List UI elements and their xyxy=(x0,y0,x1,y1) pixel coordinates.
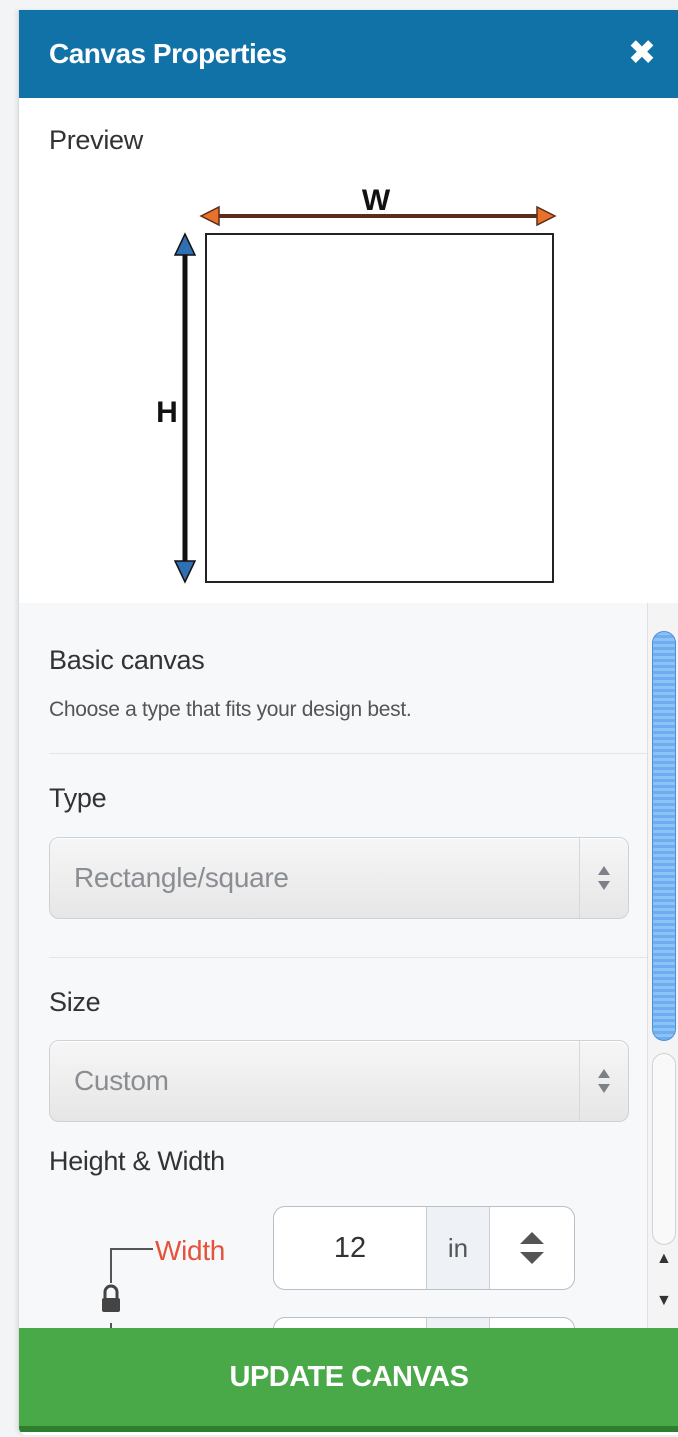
height-arrow-bottom-head xyxy=(173,560,197,584)
width-arrow-left-head xyxy=(199,205,220,227)
preview-area: Preview W H xyxy=(19,98,678,604)
panel-title: Canvas Properties xyxy=(49,38,287,69)
lock-icon[interactable] xyxy=(97,1243,157,1333)
settings-section: Basic canvas Choose a type that fits you… xyxy=(19,603,678,1401)
select-arrows-icon xyxy=(598,866,610,890)
canvas-preview-diagram: W H xyxy=(156,184,557,584)
scroll-down-icon[interactable]: ▼ xyxy=(656,1293,672,1309)
width-input[interactable]: 12 in xyxy=(273,1206,575,1290)
stepper-icon[interactable] xyxy=(490,1207,574,1289)
height-arrow-top-head xyxy=(173,232,197,256)
type-label: Type xyxy=(49,783,107,813)
select-arrows-icon xyxy=(598,1069,610,1093)
divider xyxy=(49,957,649,958)
height-width-title: Height & Width xyxy=(49,1146,225,1176)
divider xyxy=(49,753,649,754)
scroll-track[interactable] xyxy=(652,1053,676,1245)
scroll-thumb[interactable] xyxy=(652,631,676,1041)
size-label: Size xyxy=(49,987,101,1017)
canvas-properties-panel: Canvas Properties ✖ Preview W H Basic ca… xyxy=(18,10,678,1435)
update-canvas-button[interactable]: UPDATE CANVAS xyxy=(19,1328,678,1432)
width-value[interactable]: 12 xyxy=(274,1207,426,1289)
height-letter: H xyxy=(156,396,178,429)
size-select-value: Custom xyxy=(74,1065,169,1096)
width-unit: in xyxy=(426,1207,490,1289)
type-select-value: Rectangle/square xyxy=(74,862,289,893)
close-icon[interactable]: ✖ xyxy=(625,36,659,70)
scroll-up-icon[interactable]: ▲ xyxy=(656,1251,672,1267)
select-separator xyxy=(579,838,580,918)
basic-canvas-description: Choose a type that fits your design best… xyxy=(49,698,412,721)
type-select[interactable]: Rectangle/square xyxy=(49,837,629,919)
size-select[interactable]: Custom xyxy=(49,1040,629,1122)
settings-scrollbar[interactable]: ▲ ▼ xyxy=(647,603,678,1328)
width-letter: W xyxy=(362,184,391,217)
width-arrow-right-head xyxy=(536,205,557,227)
canvas-rectangle xyxy=(205,233,554,583)
basic-canvas-title: Basic canvas xyxy=(49,645,205,675)
panel-header: Canvas Properties ✖ xyxy=(19,10,678,98)
select-separator xyxy=(579,1041,580,1121)
width-label: Width xyxy=(155,1235,226,1266)
